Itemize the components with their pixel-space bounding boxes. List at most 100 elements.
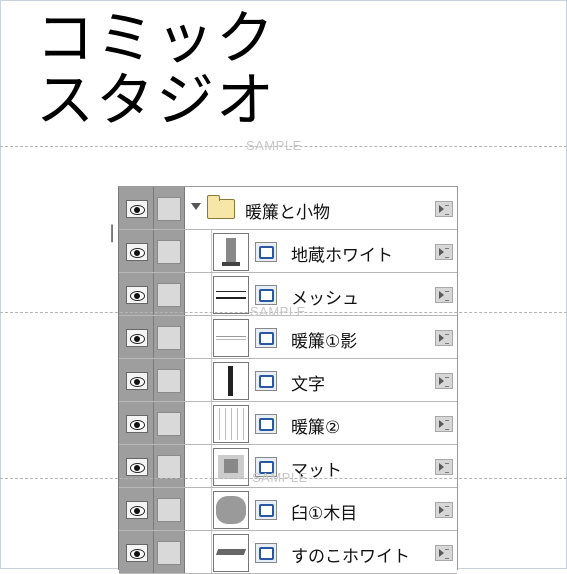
visibility-toggle[interactable] bbox=[119, 187, 154, 229]
raster-layer-icon bbox=[255, 285, 277, 305]
raster-layer-icon bbox=[255, 371, 277, 391]
lock-box bbox=[157, 240, 181, 264]
visibility-toggle[interactable] bbox=[119, 359, 154, 401]
visibility-toggle[interactable] bbox=[119, 273, 154, 315]
raster-layer-icon bbox=[255, 414, 277, 434]
raster-layer-icon bbox=[255, 500, 277, 520]
layer-row[interactable]: 臼①木目 bbox=[119, 488, 457, 531]
lock-toggle[interactable] bbox=[154, 445, 185, 487]
layer-name: すのこホワイト bbox=[291, 547, 410, 567]
sample-watermark: SAMPLE bbox=[252, 470, 308, 485]
raster-layer-icon bbox=[255, 543, 277, 563]
eye-box bbox=[126, 458, 148, 476]
layer-panel: 暖簾と小物 地蔵ホワイト メッシュ 暖簾①影 文字 暖簾② マット 臼①木目 す… bbox=[118, 186, 458, 574]
layer-name: 暖簾①影 bbox=[291, 332, 358, 352]
eye-box bbox=[126, 286, 148, 304]
indent-spacer bbox=[185, 445, 212, 487]
raster-layer-icon bbox=[255, 242, 277, 262]
indent-spacer bbox=[185, 402, 212, 444]
layer-row[interactable]: 暖簾①影 bbox=[119, 316, 457, 359]
lock-toggle[interactable] bbox=[154, 273, 185, 315]
layer-thumbnail bbox=[213, 319, 249, 357]
layer-row[interactable]: 文字 bbox=[119, 359, 457, 402]
eye-box bbox=[126, 329, 148, 347]
layer-row[interactable]: 暖簾② bbox=[119, 402, 457, 445]
layer-name: 文字 bbox=[291, 375, 325, 395]
title-line-2: スタジオ bbox=[36, 66, 277, 134]
layer-thumbnail bbox=[213, 276, 249, 314]
indent-spacer bbox=[185, 273, 212, 315]
layer-thumbnail bbox=[213, 491, 249, 529]
lock-toggle[interactable] bbox=[154, 316, 185, 358]
layer-menu-button[interactable] bbox=[435, 373, 453, 389]
layer-thumbnail bbox=[213, 233, 249, 271]
indent-spacer bbox=[185, 230, 212, 272]
eye-icon bbox=[130, 291, 145, 301]
layer-name: 地蔵ホワイト bbox=[291, 246, 393, 266]
lock-box bbox=[157, 498, 181, 522]
indent-spacer bbox=[185, 359, 212, 401]
layer-row[interactable]: すのこホワイト bbox=[119, 531, 457, 574]
folder-expand-arrow-icon[interactable] bbox=[191, 203, 201, 210]
sample-watermark: SAMPLE bbox=[246, 138, 302, 153]
lock-box bbox=[157, 455, 181, 479]
layer-menu-button[interactable] bbox=[435, 330, 453, 346]
lock-box bbox=[157, 283, 181, 307]
lock-toggle[interactable] bbox=[154, 230, 185, 272]
eye-box bbox=[126, 200, 148, 218]
eye-box bbox=[126, 415, 148, 433]
layer-menu-button[interactable] bbox=[435, 459, 453, 475]
layer-row[interactable]: 地蔵ホワイト bbox=[119, 230, 457, 273]
folder-icon bbox=[207, 195, 235, 219]
indent-spacer bbox=[185, 531, 212, 573]
layer-folder-row[interactable]: 暖簾と小物 bbox=[119, 187, 457, 230]
lock-toggle[interactable] bbox=[154, 359, 185, 401]
layer-name: 臼①木目 bbox=[291, 504, 358, 524]
eye-box bbox=[126, 501, 148, 519]
lock-box bbox=[157, 326, 181, 350]
indent-spacer bbox=[185, 316, 212, 358]
layer-thumbnail bbox=[213, 405, 249, 443]
folder-name: 暖簾と小物 bbox=[245, 203, 330, 223]
lock-box bbox=[157, 369, 181, 393]
layer-name: 暖簾② bbox=[291, 418, 341, 438]
layer-menu-button[interactable] bbox=[435, 244, 453, 260]
eye-icon bbox=[130, 463, 145, 473]
raster-layer-icon bbox=[255, 328, 277, 348]
layer-menu-button[interactable] bbox=[435, 502, 453, 518]
eye-icon bbox=[130, 420, 145, 430]
visibility-toggle[interactable] bbox=[119, 488, 154, 530]
eye-box bbox=[126, 544, 148, 562]
visibility-toggle[interactable] bbox=[119, 316, 154, 358]
visibility-toggle[interactable] bbox=[119, 230, 154, 272]
eye-icon bbox=[130, 205, 145, 215]
eye-icon bbox=[130, 377, 145, 387]
lock-box bbox=[157, 541, 181, 565]
eye-icon bbox=[130, 549, 145, 559]
indent-spacer bbox=[185, 488, 212, 530]
lock-toggle[interactable] bbox=[154, 402, 185, 444]
layer-thumbnail bbox=[213, 534, 249, 572]
layer-thumbnail bbox=[213, 362, 249, 400]
layer-menu-button[interactable] bbox=[435, 416, 453, 432]
layer-menu-button[interactable] bbox=[435, 201, 453, 217]
sample-watermark: SAMPLE bbox=[250, 304, 306, 319]
lock-toggle[interactable] bbox=[154, 187, 185, 229]
visibility-toggle[interactable] bbox=[119, 402, 154, 444]
lock-toggle[interactable] bbox=[154, 488, 185, 530]
eye-box bbox=[126, 243, 148, 261]
title-line-1: コミック bbox=[36, 4, 277, 72]
layer-menu-button[interactable] bbox=[435, 287, 453, 303]
eye-icon bbox=[130, 248, 145, 258]
eye-box bbox=[126, 372, 148, 390]
visibility-toggle[interactable] bbox=[119, 445, 154, 487]
layer-thumbnail bbox=[213, 448, 249, 486]
lock-box bbox=[157, 412, 181, 436]
eye-icon bbox=[130, 334, 145, 344]
lock-box bbox=[157, 197, 181, 221]
layer-menu-button[interactable] bbox=[435, 545, 453, 561]
visibility-toggle[interactable] bbox=[119, 531, 154, 573]
cropped-edge-glyph: | bbox=[109, 222, 116, 243]
lock-toggle[interactable] bbox=[154, 531, 185, 573]
eye-icon bbox=[130, 506, 145, 516]
